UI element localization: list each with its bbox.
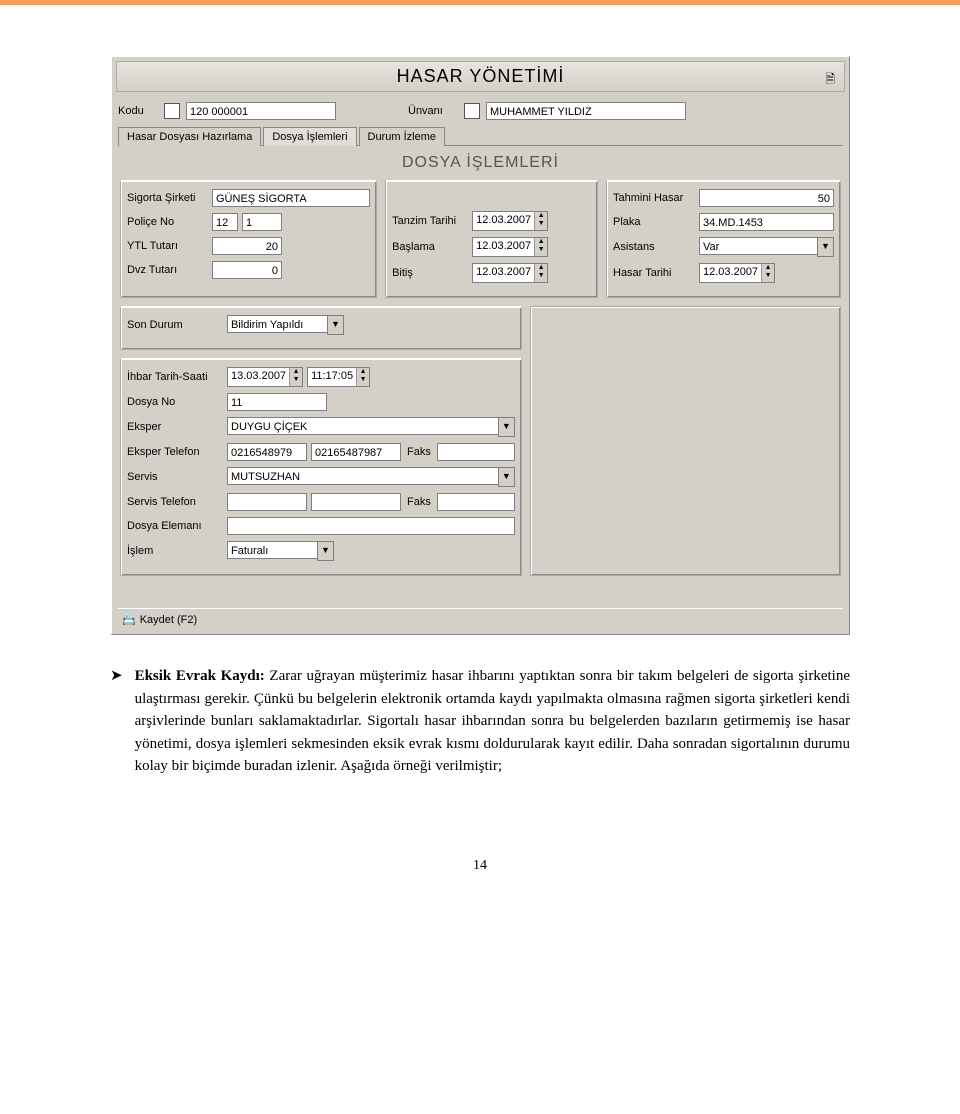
tab-durum-izleme[interactable]: Durum İzleme <box>359 127 445 146</box>
dosya-elemani-input[interactable] <box>227 517 515 535</box>
son-durum-combo[interactable]: Bildirim Yapıldı ▼ <box>227 315 344 335</box>
dvz-tutari-input[interactable]: 0 <box>212 261 282 279</box>
eksper-tel2-input[interactable]: 02165487987 <box>311 443 401 461</box>
dosya-no-label: Dosya No <box>127 396 227 408</box>
baslama-input[interactable]: 12.03.2007▲▼ <box>472 237 548 257</box>
ytl-tutari-label: YTL Tutarı <box>127 240 212 252</box>
dosya-no-input[interactable]: 11 <box>227 393 327 411</box>
group-hasar: Tahmini Hasar 50 Plaka 34.MD.1453 Asista… <box>606 180 841 298</box>
baslama-label: Başlama <box>392 241 472 253</box>
chevron-down-icon: ▼ <box>327 315 344 335</box>
servis-tel-label: Servis Telefon <box>127 496 227 508</box>
hasar-tarihi-label: Hasar Tarihi <box>613 267 699 279</box>
tab-bar: Hasar Dosyası Hazırlama Dosya İşlemleri … <box>118 126 843 146</box>
chevron-down-icon: ▼ <box>317 541 334 561</box>
group-son-durum: Son Durum Bildirim Yapıldı ▼ <box>120 306 522 350</box>
kodu-label: Kodu <box>118 105 158 117</box>
group-tarih: Tanzim Tarihi 12.03.2007▲▼ Başlama 12.03… <box>385 180 598 298</box>
tanzim-tarihi-label: Tanzim Tarihi <box>392 215 472 227</box>
dvz-tutari-label: Dvz Tutarı <box>127 264 212 276</box>
islem-label: İşlem <box>127 545 227 557</box>
tahmini-hasar-label: Tahmini Hasar <box>613 192 699 204</box>
chevron-down-icon: ▼ <box>498 417 515 437</box>
window-title: HASAR YÖNETİMİ <box>397 66 565 86</box>
new-doc-icon[interactable]: 🗎 <box>825 70 836 91</box>
servis-faks-input[interactable] <box>437 493 515 511</box>
save-button[interactable]: Kaydet (F2) <box>140 614 197 626</box>
sigorta-sirketi-label: Sigorta Şirketi <box>127 192 212 204</box>
ytl-tutari-input[interactable]: 20 <box>212 237 282 255</box>
asistans-label: Asistans <box>613 241 699 253</box>
tahmini-hasar-input[interactable]: 50 <box>699 189 834 207</box>
ihbar-label: İhbar Tarih-Saati <box>127 371 227 383</box>
asistans-combo[interactable]: Var ▼ <box>699 237 834 257</box>
group-detay: İhbar Tarih-Saati 13.03.2007▲▼ 11:17:05▲… <box>120 358 522 576</box>
bitis-input[interactable]: 12.03.2007▲▼ <box>472 263 548 283</box>
panel-title: DOSYA İŞLEMLERİ <box>114 146 847 178</box>
page-number: 14 <box>110 858 850 874</box>
tab-hasar-dosyasi[interactable]: Hasar Dosyası Hazırlama <box>118 127 261 146</box>
eksper-combo[interactable]: DUYGU ÇİÇEK ▼ <box>227 417 515 437</box>
servis-faks-label: Faks <box>407 496 437 508</box>
servis-combo[interactable]: MUTSUZHAN ▼ <box>227 467 515 487</box>
chevron-down-icon: ▼ <box>817 237 834 257</box>
plaka-input[interactable]: 34.MD.1453 <box>699 213 834 231</box>
servis-tel2-input[interactable] <box>311 493 401 511</box>
kodu-input[interactable]: 120 000001 <box>186 102 336 120</box>
app-window: HASAR YÖNETİMİ 🗎 Kodu 120 000001 Ünvanı … <box>110 55 850 635</box>
unvani-input[interactable]: MUHAMMET YILDIZ <box>486 102 686 120</box>
unvani-label: Ünvanı <box>408 105 458 117</box>
police-no-1-input[interactable]: 12 <box>212 213 238 231</box>
save-icon[interactable]: 📇 <box>122 613 136 626</box>
doc-icon[interactable] <box>464 103 480 119</box>
son-durum-label: Son Durum <box>127 319 227 331</box>
islem-combo[interactable]: Faturalı ▼ <box>227 541 334 561</box>
faks-label: Faks <box>407 446 437 458</box>
ihbar-date-input[interactable]: 13.03.2007▲▼ <box>227 367 303 387</box>
plaka-label: Plaka <box>613 216 699 228</box>
hasar-tarihi-input[interactable]: 12.03.2007▲▼ <box>699 263 775 283</box>
article-heading: Eksik Evrak Kaydı: <box>135 668 265 684</box>
servis-label: Servis <box>127 471 227 483</box>
window-title-bar: HASAR YÖNETİMİ 🗎 <box>116 61 845 92</box>
article-paragraph: ➤ Eksik Evrak Kaydı: Zarar uğrayan müşte… <box>110 665 850 778</box>
police-no-label: Poliçe No <box>127 216 212 228</box>
bitis-label: Bitiş <box>392 267 472 279</box>
eksper-label: Eksper <box>127 421 227 433</box>
bullet-icon: ➤ <box>110 665 123 778</box>
dosya-elemani-label: Dosya Elemanı <box>127 520 227 532</box>
servis-tel1-input[interactable] <box>227 493 307 511</box>
doc-icon[interactable] <box>164 103 180 119</box>
chevron-down-icon: ▼ <box>498 467 515 487</box>
eksper-tel-label: Eksper Telefon <box>127 446 227 458</box>
eksper-tel1-input[interactable]: 0216548979 <box>227 443 307 461</box>
police-no-2-input[interactable]: 1 <box>242 213 282 231</box>
tab-dosya-islemleri[interactable]: Dosya İşlemleri <box>263 127 356 146</box>
tanzim-tarihi-input[interactable]: 12.03.2007▲▼ <box>472 211 548 231</box>
preview-panel <box>530 306 841 576</box>
eksper-faks-input[interactable] <box>437 443 515 461</box>
header-row: Kodu 120 000001 Ünvanı MUHAMMET YILDIZ <box>118 102 843 120</box>
group-sigorta: Sigorta Şirketi GÜNEŞ SİGORTA Poliçe No … <box>120 180 377 298</box>
bottom-toolbar: 📇 Kaydet (F2) <box>118 608 843 630</box>
ihbar-time-input[interactable]: 11:17:05▲▼ <box>307 367 370 387</box>
sigorta-sirketi-input[interactable]: GÜNEŞ SİGORTA <box>212 189 370 207</box>
